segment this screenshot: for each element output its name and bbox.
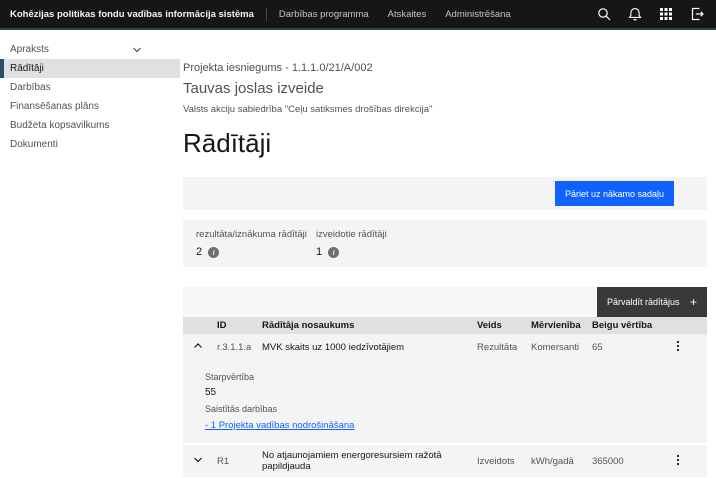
sidebar-item-budzeta-kopsavilkums[interactable]: Budžeta kopsavilkums (0, 116, 180, 135)
col-type: Veids (473, 317, 527, 334)
app-title: Kohēzijas politikas fondu vadības inform… (10, 9, 254, 20)
manage-indicators-label: Pārvaldīt rādītājus (607, 297, 680, 307)
interim-value: 55 (205, 387, 707, 398)
plus-icon: + (690, 297, 697, 307)
app-switcher-icon[interactable] (659, 7, 673, 21)
stat-value: 1 (316, 246, 322, 258)
sidebar-item-label: Rādītāji (10, 63, 44, 74)
related-actions-label: Saistītās darbības (205, 404, 707, 414)
manage-indicators-button[interactable]: Pārvaldīt rādītājus + (597, 287, 707, 317)
notifications-icon[interactable] (628, 7, 642, 21)
chevron-down-icon[interactable] (193, 455, 203, 465)
cell-name: MVK skaits uz 1000 iedzīvotājiem (258, 334, 473, 360)
stat-result-indicators: rezultāta/iznākuma rādītāji 2 i (196, 229, 316, 258)
action-panel: Pāriet uz nākamo sadaļu (183, 177, 707, 210)
sidebar-item-apraksts[interactable]: Apraksts (0, 40, 180, 59)
cell-unit: Komersanti (527, 334, 588, 360)
table-row-details: Starpvērtība 55 Saistītās darbības - 1 P… (183, 360, 707, 443)
cell-type: Izveidots (473, 445, 527, 477)
stat-created-indicators: izveidotie rādītāji 1 i (316, 229, 387, 258)
page-title: Rādītāji (183, 127, 707, 159)
col-name: Rādītāja nosaukums (258, 317, 473, 334)
main-content: Projekta iesniegums - 1.1.1.0/21/A/002 T… (180, 30, 716, 477)
navbar-icons (597, 7, 704, 21)
project-title: Tauvas joslas izveide (183, 80, 707, 97)
navbar-menu: Darbības programma Atskaites Administrēš… (279, 9, 511, 20)
search-icon[interactable] (597, 7, 611, 21)
cell-id: r.3.1.1.a (213, 334, 258, 360)
cell-name: No atjaunojamiem energoresursiem ražotā … (258, 445, 473, 477)
sidebar-item-dokumenti[interactable]: Dokumenti (0, 135, 180, 154)
chevron-up-icon[interactable] (193, 341, 203, 351)
table-header-row: ID Rādītāja nosaukums Veids Mērvienība B… (183, 317, 707, 334)
cell-type: Rezultāta (473, 334, 527, 360)
logout-icon[interactable] (690, 7, 704, 21)
sidebar-item-label: Finansēšanas plāns (10, 101, 99, 112)
sidebar-item-darbibas[interactable]: Darbības (0, 78, 180, 97)
stat-label: rezultāta/iznākuma rādītāji (196, 229, 316, 240)
organization-name: Valsts akciju sabiedrība "Ceļu satiksmes… (183, 104, 707, 115)
stat-label: izveidotie rādītāji (316, 229, 387, 240)
col-expand (183, 317, 213, 334)
sidebar-item-label: Budžeta kopsavilkums (10, 120, 110, 131)
stats-panel: rezultāta/iznākuma rādītāji 2 i izveidot… (183, 220, 707, 267)
sidebar-item-label: Darbības (10, 82, 51, 93)
col-actions (668, 317, 707, 334)
interim-value-label: Starpvērtība (205, 372, 707, 382)
sidebar-item-raditaji[interactable]: Rādītāji (0, 59, 180, 78)
info-icon[interactable]: i (208, 247, 219, 258)
col-final-value: Beigu vērtība (588, 317, 668, 334)
indicators-table: ID Rādītāja nosaukums Veids Mērvienība B… (183, 317, 707, 477)
table-row: r.3.1.1.a MVK skaits uz 1000 iedzīvotāji… (183, 334, 707, 360)
related-action-link[interactable]: - 1 Projekta vadības nodrošināšana (205, 420, 354, 431)
nav-item-administresana[interactable]: Administrēšana (445, 9, 510, 20)
info-icon[interactable]: i (328, 247, 339, 258)
table-row: R1 No atjaunojamiem energoresursiem ražo… (183, 445, 707, 477)
next-section-button[interactable]: Pāriet uz nākamo sadaļu (555, 181, 674, 206)
table-toolbar: Pārvaldīt rādītājus + (183, 287, 707, 317)
overflow-menu-icon[interactable] (672, 453, 684, 467)
nav-item-darbibas-programma[interactable]: Darbības programma (279, 9, 369, 20)
stat-value: 2 (196, 246, 202, 258)
sidebar-item-finansesanas-plans[interactable]: Finansēšanas plāns (0, 97, 180, 116)
cell-id: R1 (213, 445, 258, 477)
cell-final-value: 65 (588, 334, 668, 360)
indicators-section: Pārvaldīt rādītājus + ID Rādītāja nosauk… (183, 287, 707, 477)
sidebar-item-label: Dokumenti (10, 139, 58, 150)
overflow-menu-icon[interactable] (672, 339, 684, 353)
cell-final-value: 365000 (588, 445, 668, 477)
breadcrumb: Projekta iesniegums - 1.1.1.0/21/A/002 (183, 62, 707, 74)
navbar-divider (266, 8, 267, 21)
col-id: ID (213, 317, 258, 334)
cell-unit: kWh/gadā (527, 445, 588, 477)
top-navbar: Kohēzijas politikas fondu vadības inform… (0, 0, 716, 28)
chevron-down-icon (132, 45, 142, 55)
sidebar-item-label: Apraksts (10, 44, 49, 55)
col-unit: Mērvienība (527, 317, 588, 334)
sidebar: Apraksts Rādītāji Darbības Finansēšanas … (0, 30, 180, 154)
nav-item-atskaites[interactable]: Atskaites (388, 9, 427, 20)
